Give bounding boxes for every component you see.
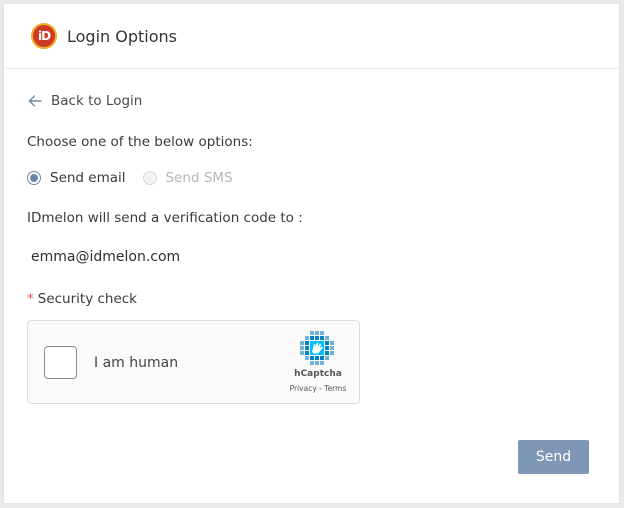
captcha-checkbox[interactable] — [44, 346, 77, 379]
required-mark: * — [27, 291, 34, 307]
page-title: Login Options — [67, 26, 177, 46]
captcha-label: I am human — [94, 355, 179, 371]
radio-selected-dot — [30, 174, 38, 182]
radio-send-sms — [142, 171, 157, 185]
option-label: Send email — [50, 170, 126, 186]
captcha-brand: hCaptcha — [294, 369, 342, 379]
hcaptcha-logo-icon — [300, 331, 334, 365]
captcha-terms-link[interactable]: Terms — [324, 384, 346, 393]
captcha-privacy-link[interactable]: Privacy — [290, 384, 317, 393]
verification-notice: IDmelon will send a verification code to… — [27, 210, 303, 226]
option-send-sms: Send SMS — [142, 170, 233, 186]
send-button[interactable]: Send — [518, 440, 589, 474]
back-to-login-link[interactable]: Back to Login — [27, 93, 142, 109]
delivery-options: Send email Send SMS — [27, 170, 233, 186]
security-check-label: * Security check — [27, 291, 137, 307]
idmelon-logo: iD — [31, 23, 57, 49]
option-send-email[interactable]: Send email — [27, 170, 126, 186]
radio-send-email[interactable] — [27, 171, 41, 185]
arrow-left-icon — [28, 95, 42, 107]
hcaptcha-widget: I am human hCaptcha Privacy - Terms — [27, 320, 360, 404]
option-label: Send SMS — [165, 170, 233, 186]
header: iD Login Options — [4, 4, 619, 69]
logo-text: iD — [37, 29, 51, 43]
options-prompt: Choose one of the below options: — [27, 134, 253, 150]
email-address: emma@idmelon.com — [31, 249, 181, 265]
back-label: Back to Login — [51, 93, 143, 109]
security-label-text: Security check — [37, 291, 138, 307]
captcha-links: Privacy - Terms — [286, 384, 350, 393]
